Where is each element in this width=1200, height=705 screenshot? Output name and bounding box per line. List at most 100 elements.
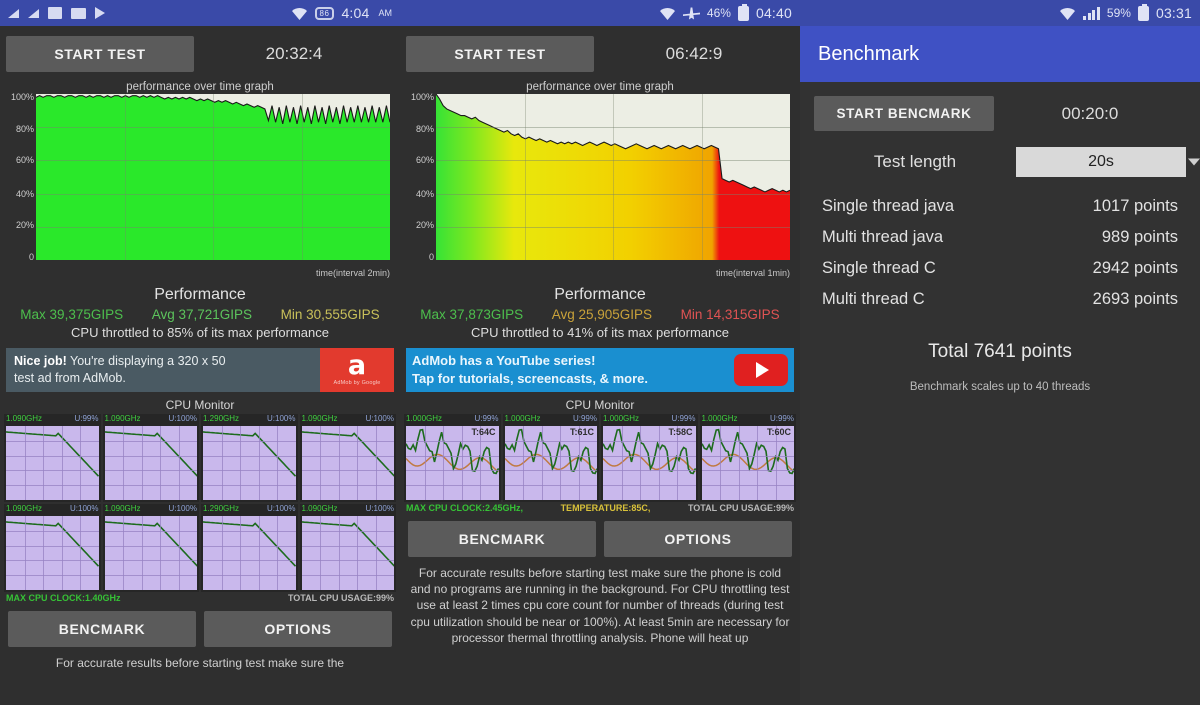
status-bar-clock: 03:31 [1155, 5, 1192, 21]
core-frequency: 1.090GHz [6, 504, 43, 513]
score-value: 2693 points [1092, 290, 1178, 308]
score-value: 1017 points [1092, 197, 1178, 215]
options-button[interactable]: OPTIONS [204, 611, 392, 647]
benchmark-panel: 59% 03:31 Benchmark START BENCMARK 00:20… [800, 0, 1200, 705]
perf-max: Max 39,375GIPS [20, 307, 124, 322]
graph-x-label: time(interval 2min) [315, 268, 390, 278]
core-usage: U:99% [74, 414, 99, 423]
y-tick: 40% [15, 188, 34, 199]
y-tick: 0 [428, 251, 434, 262]
cpu-core-grid: 1.090GHz U:99% 1.090GHz U:100% 1.290GHz U:100… [0, 414, 400, 592]
cpu-monitor-footer: MAX CPU CLOCK:2.45GHz, TEMPERATURE:85C, … [400, 502, 800, 513]
start-test-button[interactable]: START TEST [406, 36, 594, 72]
graph-gridlines [436, 94, 790, 260]
test-length-label: Test length [873, 152, 957, 171]
core-graph [301, 516, 394, 590]
core-graph [203, 426, 296, 500]
test-length-row: Test length 20s [800, 131, 1200, 177]
status-bar-clock: 04:40 [755, 5, 792, 21]
core-usage: U:99% [769, 414, 794, 423]
y-tick: 20% [415, 220, 434, 231]
flag-icon [95, 7, 105, 19]
cpu-core: 1.090GHz U:100% [4, 504, 101, 592]
core-frequency: 1.000GHz [406, 414, 443, 423]
core-graph [104, 426, 197, 500]
battery-badge: 86 [314, 6, 335, 20]
benchmark-total: Total 7641 points [928, 341, 1072, 362]
test-length-value: 20s [1088, 153, 1114, 170]
cpu-core: 1.090GHz U:99% [4, 414, 101, 502]
test-length-select[interactable]: 20s [1016, 147, 1200, 177]
ad-text-line1: You're displaying a 320 x 50 [66, 354, 226, 368]
panel2-footnote: For accurate results before starting tes… [410, 566, 790, 645]
core-frequency: 1.090GHz [301, 504, 338, 513]
start-test-button[interactable]: START TEST [6, 36, 194, 72]
status-bar-3: 59% 03:31 [800, 0, 1200, 26]
cpu-core: 1.000GHz U:99% T:61C [502, 414, 599, 502]
performance-heading: Performance [554, 286, 646, 303]
throttle-message: CPU throttled to 41% of its max performa… [471, 325, 729, 340]
throttle-message: CPU throttled to 85% of its max performa… [71, 325, 329, 340]
graph-title: performance over time graph [526, 81, 674, 93]
admob-banner-ad[interactable]: Nice job! You're displaying a 320 x 50 t… [6, 348, 394, 392]
admob-youtube-ad[interactable]: AdMob has a YouTube series! Tap for tuto… [406, 348, 794, 392]
performance-stats: Max 39,375GIPS Avg 37,721GIPS Min 30,555… [0, 307, 400, 322]
core-graph [203, 516, 296, 590]
signal-bars-icon [1083, 6, 1100, 20]
play-icon[interactable] [734, 354, 788, 386]
core-graph: T:64C [406, 426, 499, 500]
graph-x-label: time(interval 1min) [715, 268, 790, 278]
benchmark-button[interactable]: BENCMARK [408, 521, 596, 557]
core-usage: U:100% [168, 504, 197, 513]
cpu-monitor-2: CPU Monitor 1.000GHz U:99% T:64C 1.000GHz U:… [400, 398, 800, 513]
signal-triangle-icon [8, 8, 19, 18]
status-bar-3-right: 59% 03:31 [1059, 3, 1192, 21]
image-icon [48, 7, 62, 19]
core-frequency: 1.000GHz [701, 414, 738, 423]
performance-summary-2: Performance Max 37,873GIPS Avg 25,905GIP… [400, 286, 800, 340]
battery-percent: 59% [1106, 6, 1131, 20]
core-usage: U:100% [365, 504, 394, 513]
start-benchmark-button[interactable]: START BENCMARK [814, 96, 994, 131]
perf-min: Min 14,315GIPS [680, 307, 780, 322]
core-frequency: 1.090GHz [104, 414, 141, 423]
core-usage: U:99% [474, 414, 499, 423]
status-bar-2: 46% 04:40 [400, 0, 800, 26]
graph-plot-area [436, 94, 790, 260]
graph-title: performance over time graph [126, 81, 274, 93]
score-row: Single thread java 1017 points [822, 191, 1178, 222]
benchmark-button[interactable]: BENCMARK [8, 611, 196, 647]
benchmark-note: Benchmark scales up to 40 threads [909, 381, 1091, 393]
wifi-icon [291, 7, 307, 20]
mail-icon [71, 7, 86, 19]
max-cpu-clock: MAX CPU CLOCK:2.45GHz, [406, 503, 524, 513]
page-title: Benchmark [818, 42, 920, 65]
cpu-core: 1.000GHz U:99% T:64C [404, 414, 501, 502]
panel1-footnote: For accurate results before starting tes… [55, 656, 345, 670]
score-row: Single thread C 2942 points [822, 253, 1178, 284]
performance-summary-1: Performance Max 39,375GIPS Avg 37,721GIP… [0, 286, 400, 340]
cpu-core: 1.090GHz U:100% [299, 504, 396, 592]
status-bar-clock: 4:04 [341, 5, 370, 21]
core-usage: U:99% [572, 414, 597, 423]
ad-text: Nice job! You're displaying a 320 x 50 t… [6, 348, 320, 392]
y-tick: 100% [10, 92, 34, 103]
cpu-core: 1.000GHz U:99% T:60C [699, 414, 796, 502]
core-temperature: T:64C [471, 427, 496, 437]
max-cpu-clock: MAX CPU CLOCK:1.40GHz [6, 593, 121, 603]
cpu-core: 1.090GHz U:100% [102, 504, 199, 592]
y-tick: 80% [415, 123, 434, 134]
ad-text-line2: Tap for tutorials, screencasts, & more. [412, 371, 648, 386]
y-tick: 100% [410, 92, 434, 103]
y-tick: 80% [15, 123, 34, 134]
app-screenshot: 86 4:04 AM START TEST 20:32:4 performanc… [0, 0, 1200, 705]
core-frequency: 1.090GHz [6, 414, 43, 423]
throttling-panel-2: 46% 04:40 START TEST 06:42:9 performance… [400, 0, 800, 705]
test-timer: 06:42:9 [665, 44, 723, 63]
cpu-core: 1.090GHz U:100% [299, 414, 396, 502]
core-graph [301, 426, 394, 500]
core-graph: T:60C [701, 426, 794, 500]
admob-logo-sub: AdMob by Google [333, 380, 381, 387]
admob-letter-icon: a [347, 349, 367, 381]
options-button[interactable]: OPTIONS [604, 521, 792, 557]
